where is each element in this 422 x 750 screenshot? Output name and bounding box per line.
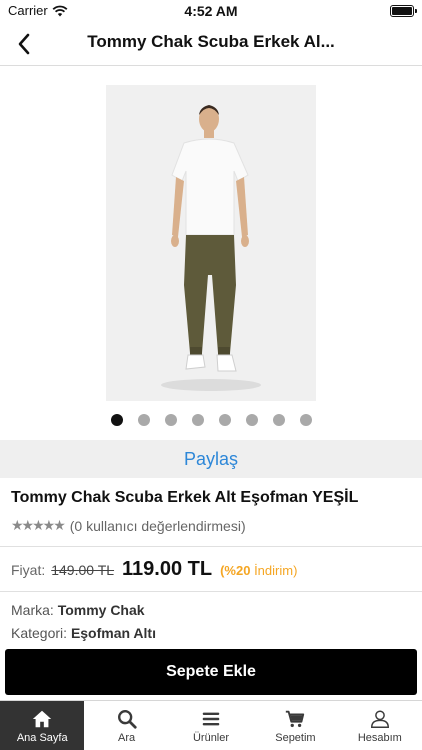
brand-row: Marka: Tommy Chak: [11, 602, 145, 618]
tab-label: Sepetim: [275, 731, 316, 744]
gallery-dot[interactable]: [164, 414, 177, 426]
tab-home[interactable]: Ana Sayfa: [0, 701, 85, 750]
discount-percent: (%20: [220, 563, 251, 578]
rating-row[interactable]: ★★★★★ (0 kullanıcı değerlendirmesi): [11, 517, 246, 534]
gallery-dot[interactable]: [218, 414, 231, 426]
product-name: Tommy Chak Scuba Erkek Alt Eşofman YEŞİL: [11, 489, 359, 506]
tab-label: Ara: [118, 731, 136, 744]
gallery-dot[interactable]: [272, 414, 285, 426]
menu-icon: [202, 712, 220, 725]
discount-badge: (%20 İndirim): [220, 563, 297, 578]
gallery-dot[interactable]: [245, 414, 258, 426]
home-icon: [33, 710, 52, 727]
tab-search[interactable]: Ara: [84, 701, 168, 750]
search-icon: [117, 709, 137, 729]
status-time: 4:52 AM: [184, 3, 238, 19]
rating-text: (0 kullanıcı değerlendirmesi): [69, 517, 246, 534]
product-photo-illustration: [106, 85, 316, 401]
tab-account[interactable]: Hesabım: [338, 701, 422, 750]
product-gallery[interactable]: [0, 66, 422, 440]
price-row: Fiyat: 149.00 TL 119.00 TL (%20 İndirim): [11, 558, 297, 581]
rating-stars-icon: ★★★★★: [11, 517, 66, 533]
navigation-bar: Tommy Chak Scuba Erkek Al...: [0, 22, 422, 66]
status-bar: Carrier 4:52 AM: [0, 0, 422, 22]
share-label: Paylaş: [183, 448, 239, 469]
gallery-dot[interactable]: [191, 414, 204, 426]
tab-cart[interactable]: Sepetim: [253, 701, 337, 750]
chevron-left-icon: [18, 33, 30, 55]
cart-icon: [286, 710, 305, 727]
new-price: 119.00 TL: [122, 558, 213, 580]
brand-value[interactable]: Tommy Chak: [58, 602, 145, 618]
category-label: Kategori:: [11, 625, 68, 641]
divider: [0, 591, 422, 592]
share-button[interactable]: Paylaş: [0, 440, 422, 478]
old-price: 149.00 TL: [51, 562, 115, 578]
user-icon: [370, 709, 389, 728]
tab-label: Ana Sayfa: [16, 731, 68, 744]
gallery-pagination: [0, 414, 422, 426]
divider: [0, 546, 422, 547]
page-title: Tommy Chak Scuba Erkek Al...: [87, 32, 335, 51]
brand-label: Marka:: [11, 602, 54, 618]
category-value[interactable]: Eşofman Altı: [71, 625, 156, 641]
gallery-dot[interactable]: [137, 414, 150, 426]
gallery-dot[interactable]: [110, 414, 123, 426]
gallery-dot[interactable]: [299, 414, 312, 426]
product-image[interactable]: [106, 85, 316, 401]
discount-text: İndirim): [250, 563, 298, 578]
tab-label: Ürünler: [192, 731, 230, 744]
add-to-cart-button[interactable]: Sepete Ekle: [5, 649, 417, 695]
tab-products[interactable]: Ürünler: [169, 701, 253, 750]
tab-bar: Ana Sayfa Ara Ürünler Sepetim Hesabım: [0, 700, 422, 750]
battery-icon: [390, 5, 417, 17]
back-button[interactable]: [6, 26, 42, 62]
category-row: Kategori: Eşofman Altı: [11, 625, 156, 641]
price-label: Fiyat:: [11, 562, 46, 578]
tab-label: Hesabım: [357, 731, 402, 744]
